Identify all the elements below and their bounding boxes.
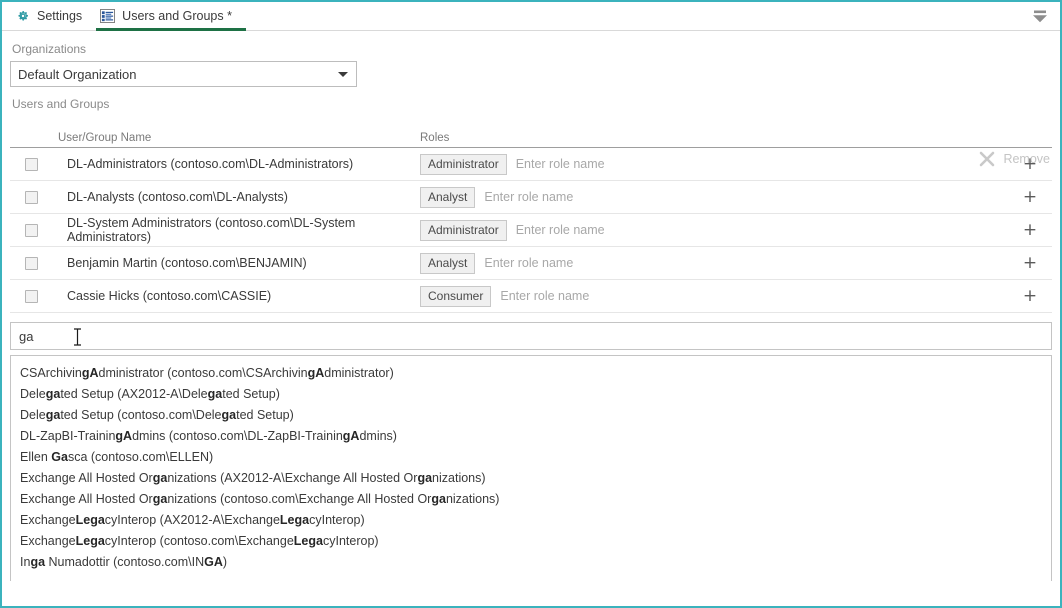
list-form-icon: [100, 9, 116, 23]
table-row[interactable]: Cassie Hicks (contoso.com\CASSIE) Consume…: [10, 280, 1052, 313]
column-header-name: User/Group Name: [58, 132, 152, 144]
role-chip[interactable]: Analyst: [420, 186, 476, 208]
organization-select[interactable]: Default Organization: [10, 61, 357, 87]
row-checkbox[interactable]: [25, 289, 38, 303]
row-roles-cell: Administrator Enter role name +: [420, 219, 1052, 241]
table-row[interactable]: DL-Analysts (contoso.com\DL-Analysts) Ana…: [10, 181, 1052, 214]
row-checkbox[interactable]: [25, 223, 38, 237]
chevron-down-icon: [338, 72, 348, 77]
suggestion-item[interactable]: CSArchivingAdministrator (contoso.com\CS…: [11, 363, 1051, 384]
row-user-name: DL-Administrators (contoso.com\DL-Admini…: [67, 157, 354, 171]
row-user-name: DL-Analysts (contoso.com\DL-Analysts): [67, 190, 288, 204]
x-icon: [977, 149, 997, 169]
funnel-icon[interactable]: [1028, 7, 1052, 27]
plus-icon[interactable]: +: [1018, 188, 1042, 206]
row-checkbox[interactable]: [25, 157, 38, 171]
table-body: DL-Administrators (contoso.com\DL-Admini…: [10, 148, 1052, 313]
table-row[interactable]: Benjamin Martin (contoso.com\BENJAMIN) An…: [10, 247, 1052, 280]
row-roles-cell: Consumer Enter role name +: [420, 285, 1052, 307]
suggestion-item[interactable]: Ellen Gasca (contoso.com\ELLEN): [11, 447, 1051, 468]
role-chip[interactable]: Consumer: [420, 285, 492, 307]
role-chip[interactable]: Administrator: [420, 153, 507, 175]
content-area: Organizations Default Organization Users…: [2, 42, 1060, 581]
column-header-roles: Roles: [420, 132, 450, 144]
row-checkbox-cell: [10, 256, 58, 270]
suggestion-item[interactable]: Delegated Setup (contoso.com\Delegated S…: [11, 405, 1051, 426]
remove-button[interactable]: Remove: [977, 149, 1050, 169]
role-name-input[interactable]: Enter role name: [475, 190, 573, 204]
search-input-value: ga: [19, 328, 34, 344]
suggestion-item[interactable]: Exchange All Hosted Organizations (conto…: [11, 489, 1051, 510]
plus-icon[interactable]: +: [1018, 221, 1042, 239]
gear-icon: [16, 9, 30, 23]
row-checkbox-cell: [10, 223, 58, 237]
tab-users-and-groups[interactable]: Users and Groups *: [94, 2, 248, 31]
table-row[interactable]: DL-System Administrators (contoso.com\DL…: [10, 214, 1052, 247]
role-name-input[interactable]: Enter role name: [491, 289, 589, 303]
row-checkbox[interactable]: [25, 190, 38, 204]
role-name-input[interactable]: Enter role name: [507, 223, 605, 237]
suggestion-item[interactable]: DL-ZapBI-TrainingAdmins (contoso.com\DL-…: [11, 426, 1051, 447]
table-header-row: User/Group Name Roles: [10, 128, 1052, 148]
users-groups-table: User/Group Name Roles DL-Administrators …: [10, 128, 1052, 313]
users-and-groups-window: Settings Users and Groups * Organization…: [0, 0, 1062, 608]
row-roles-cell: Analyst Enter role name +: [420, 252, 1052, 274]
row-roles-cell: Administrator Enter role name +: [420, 153, 1052, 175]
tab-settings[interactable]: Settings: [10, 2, 94, 30]
row-checkbox[interactable]: [25, 256, 38, 270]
tab-bar: Settings Users and Groups *: [2, 2, 1060, 31]
remove-button-label: Remove: [1003, 152, 1050, 166]
users-and-groups-label: Users and Groups: [12, 97, 110, 111]
user-search-input[interactable]: ga: [10, 322, 1052, 350]
search-suggestions-list[interactable]: CSArchivingAdministrator (contoso.com\CS…: [10, 355, 1052, 581]
plus-icon[interactable]: +: [1018, 254, 1042, 272]
row-user-name: DL-System Administrators (contoso.com\DL…: [67, 216, 356, 244]
row-user-name: Benjamin Martin (contoso.com\BENJAMIN): [67, 256, 307, 270]
suggestion-item[interactable]: Delegated Setup (AX2012-A\Delegated Setu…: [11, 384, 1051, 405]
plus-icon[interactable]: +: [1018, 287, 1042, 305]
row-user-name: Cassie Hicks (contoso.com\CASSIE): [67, 289, 272, 303]
row-checkbox-cell: [10, 289, 58, 303]
suggestion-item[interactable]: Inga Numadottir (contoso.com\INGA): [11, 552, 1051, 573]
organizations-label: Organizations: [12, 42, 87, 56]
organization-select-value: Default Organization: [18, 66, 137, 82]
role-chip[interactable]: Analyst: [420, 252, 476, 274]
tab-settings-label: Settings: [37, 8, 83, 23]
role-name-input[interactable]: Enter role name: [475, 256, 573, 270]
suggestion-item[interactable]: Exchange All Hosted Organizations (AX201…: [11, 468, 1051, 489]
row-roles-cell: Analyst Enter role name +: [420, 186, 1052, 208]
suggestion-item[interactable]: ExchangeLegacyInterop (AX2012-A\Exchange…: [11, 510, 1051, 531]
role-name-input[interactable]: Enter role name: [507, 157, 605, 171]
role-chip[interactable]: Administrator: [420, 219, 507, 241]
row-checkbox-cell: [10, 157, 58, 171]
table-row[interactable]: DL-Administrators (contoso.com\DL-Admini…: [10, 148, 1052, 181]
text-ibeam-cursor: [73, 328, 82, 346]
row-checkbox-cell: [10, 190, 58, 204]
suggestion-item[interactable]: ExchangeLegacyInterop (contoso.com\Excha…: [11, 531, 1051, 552]
tab-users-and-groups-label: Users and Groups *: [122, 8, 232, 23]
